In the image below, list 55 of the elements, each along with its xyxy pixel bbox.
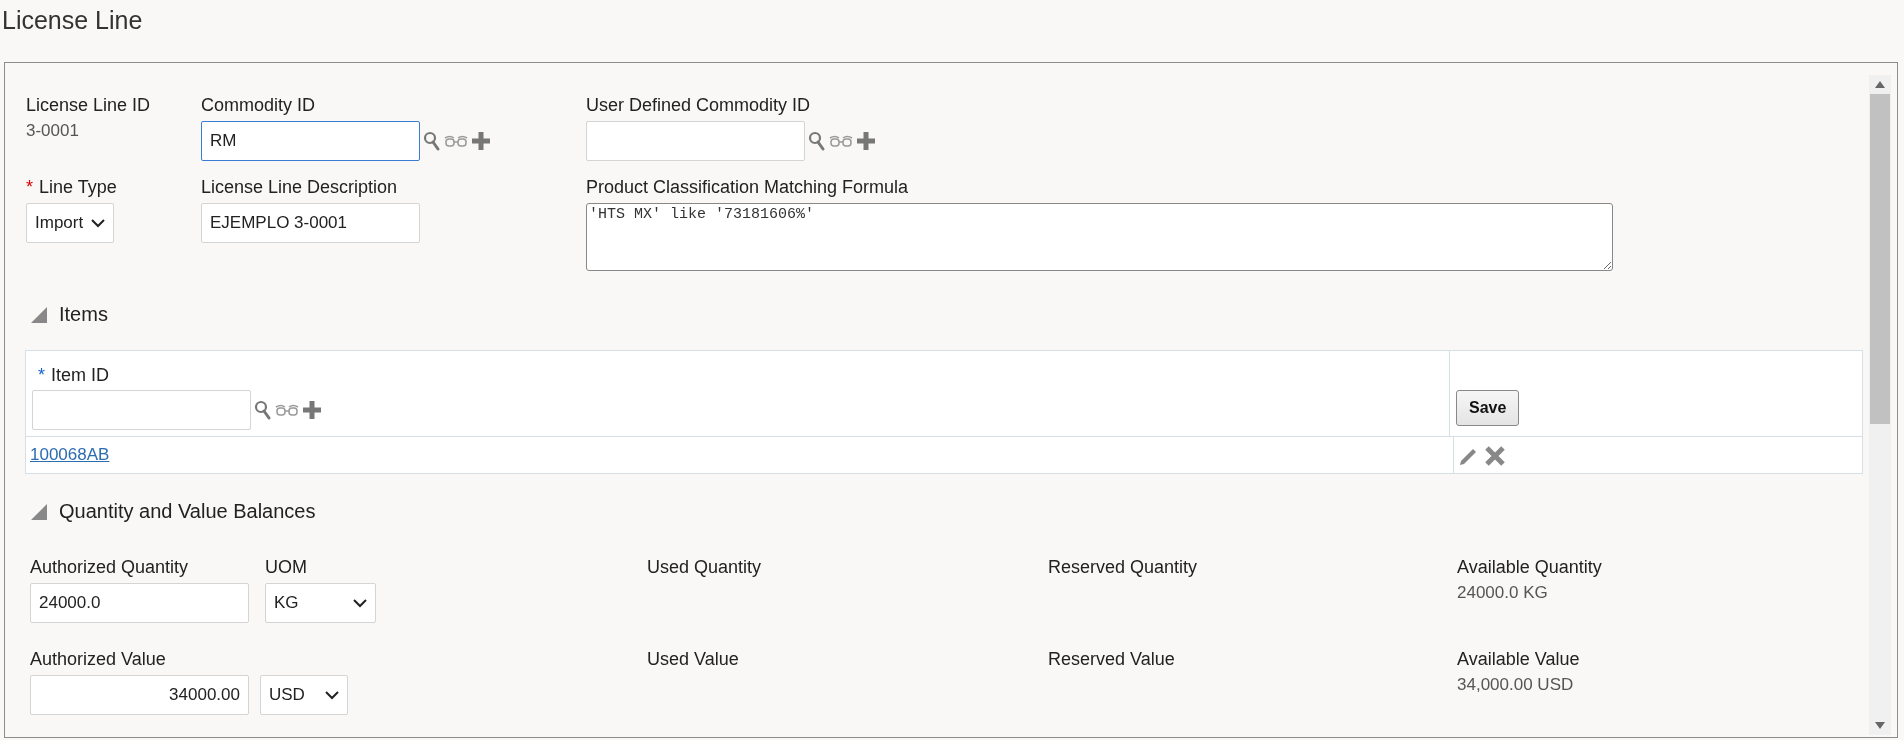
field-label: Line Type	[39, 177, 117, 198]
collapse-triangle-icon[interactable]	[31, 503, 47, 520]
input-field[interactable]: RM	[201, 121, 420, 161]
section-title: Items	[59, 303, 108, 326]
uom-select[interactable]: KG	[265, 583, 376, 623]
line-type-select[interactable]: Import	[26, 203, 115, 243]
glasses-icon[interactable]	[444, 134, 468, 148]
field-label: User Defined Commodity ID	[586, 95, 811, 116]
required-mark: *	[26, 177, 33, 198]
field-value: 3-0001	[26, 121, 79, 141]
add-icon[interactable]	[856, 131, 876, 151]
field-label: Used Quantity	[647, 557, 762, 578]
delete-icon[interactable]	[1484, 445, 1506, 467]
field-label: License Line ID	[26, 95, 151, 116]
search-icon[interactable]	[808, 130, 826, 152]
input-field[interactable]: 34000.00	[30, 675, 249, 715]
search-icon[interactable]	[423, 130, 441, 152]
formula-textarea[interactable]: 'HTS MX' like '73181606%'	[586, 203, 1613, 271]
add-icon[interactable]	[302, 400, 322, 420]
field-label: UOM	[265, 557, 307, 578]
field-label: Available Quantity	[1457, 557, 1602, 578]
field-value: 34,000.00 USD	[1457, 675, 1574, 695]
save-button[interactable]: Save	[1456, 390, 1520, 426]
chevron-down-icon	[91, 218, 106, 228]
input-field[interactable]: EJEMPLO 3-0001	[201, 203, 420, 243]
field-label: Authorized Value	[30, 649, 166, 670]
collapse-triangle-icon[interactable]	[31, 306, 47, 323]
input-field[interactable]: 24000.0	[30, 583, 249, 623]
scrollbar-thumb[interactable]	[1870, 94, 1890, 424]
field-label: Used Value	[647, 649, 739, 670]
field-label: License Line Description	[201, 177, 398, 198]
field-label: Commodity ID	[201, 95, 316, 116]
page-title: License Line	[1, 5, 144, 36]
chevron-down-icon	[325, 690, 339, 700]
field-label: Product Classification Matching Formula	[586, 177, 909, 198]
scroll-up-icon[interactable]	[1875, 81, 1885, 88]
add-icon[interactable]	[471, 131, 491, 151]
input-field[interactable]	[586, 121, 805, 161]
field-label: Available Value	[1457, 649, 1580, 670]
field-value: 24000.0 KG	[1457, 583, 1548, 603]
item-link[interactable]: 100068AB	[30, 445, 110, 464]
search-icon[interactable]	[254, 399, 272, 421]
chevron-down-icon	[353, 598, 367, 608]
field-label: Authorized Quantity	[30, 557, 189, 578]
glasses-icon[interactable]	[275, 403, 299, 417]
glasses-icon[interactable]	[829, 134, 853, 148]
currency-select[interactable]: USD	[260, 675, 348, 715]
column-header: Item ID	[51, 365, 110, 386]
required-mark: *	[38, 365, 45, 386]
input-field[interactable]	[32, 390, 251, 430]
scrollbar[interactable]	[1869, 75, 1891, 735]
section-title: Quantity and Value Balances	[59, 500, 316, 523]
field-label: Reserved Quantity	[1048, 557, 1198, 578]
field-label: Reserved Value	[1048, 649, 1175, 670]
scroll-down-icon[interactable]	[1875, 722, 1885, 729]
